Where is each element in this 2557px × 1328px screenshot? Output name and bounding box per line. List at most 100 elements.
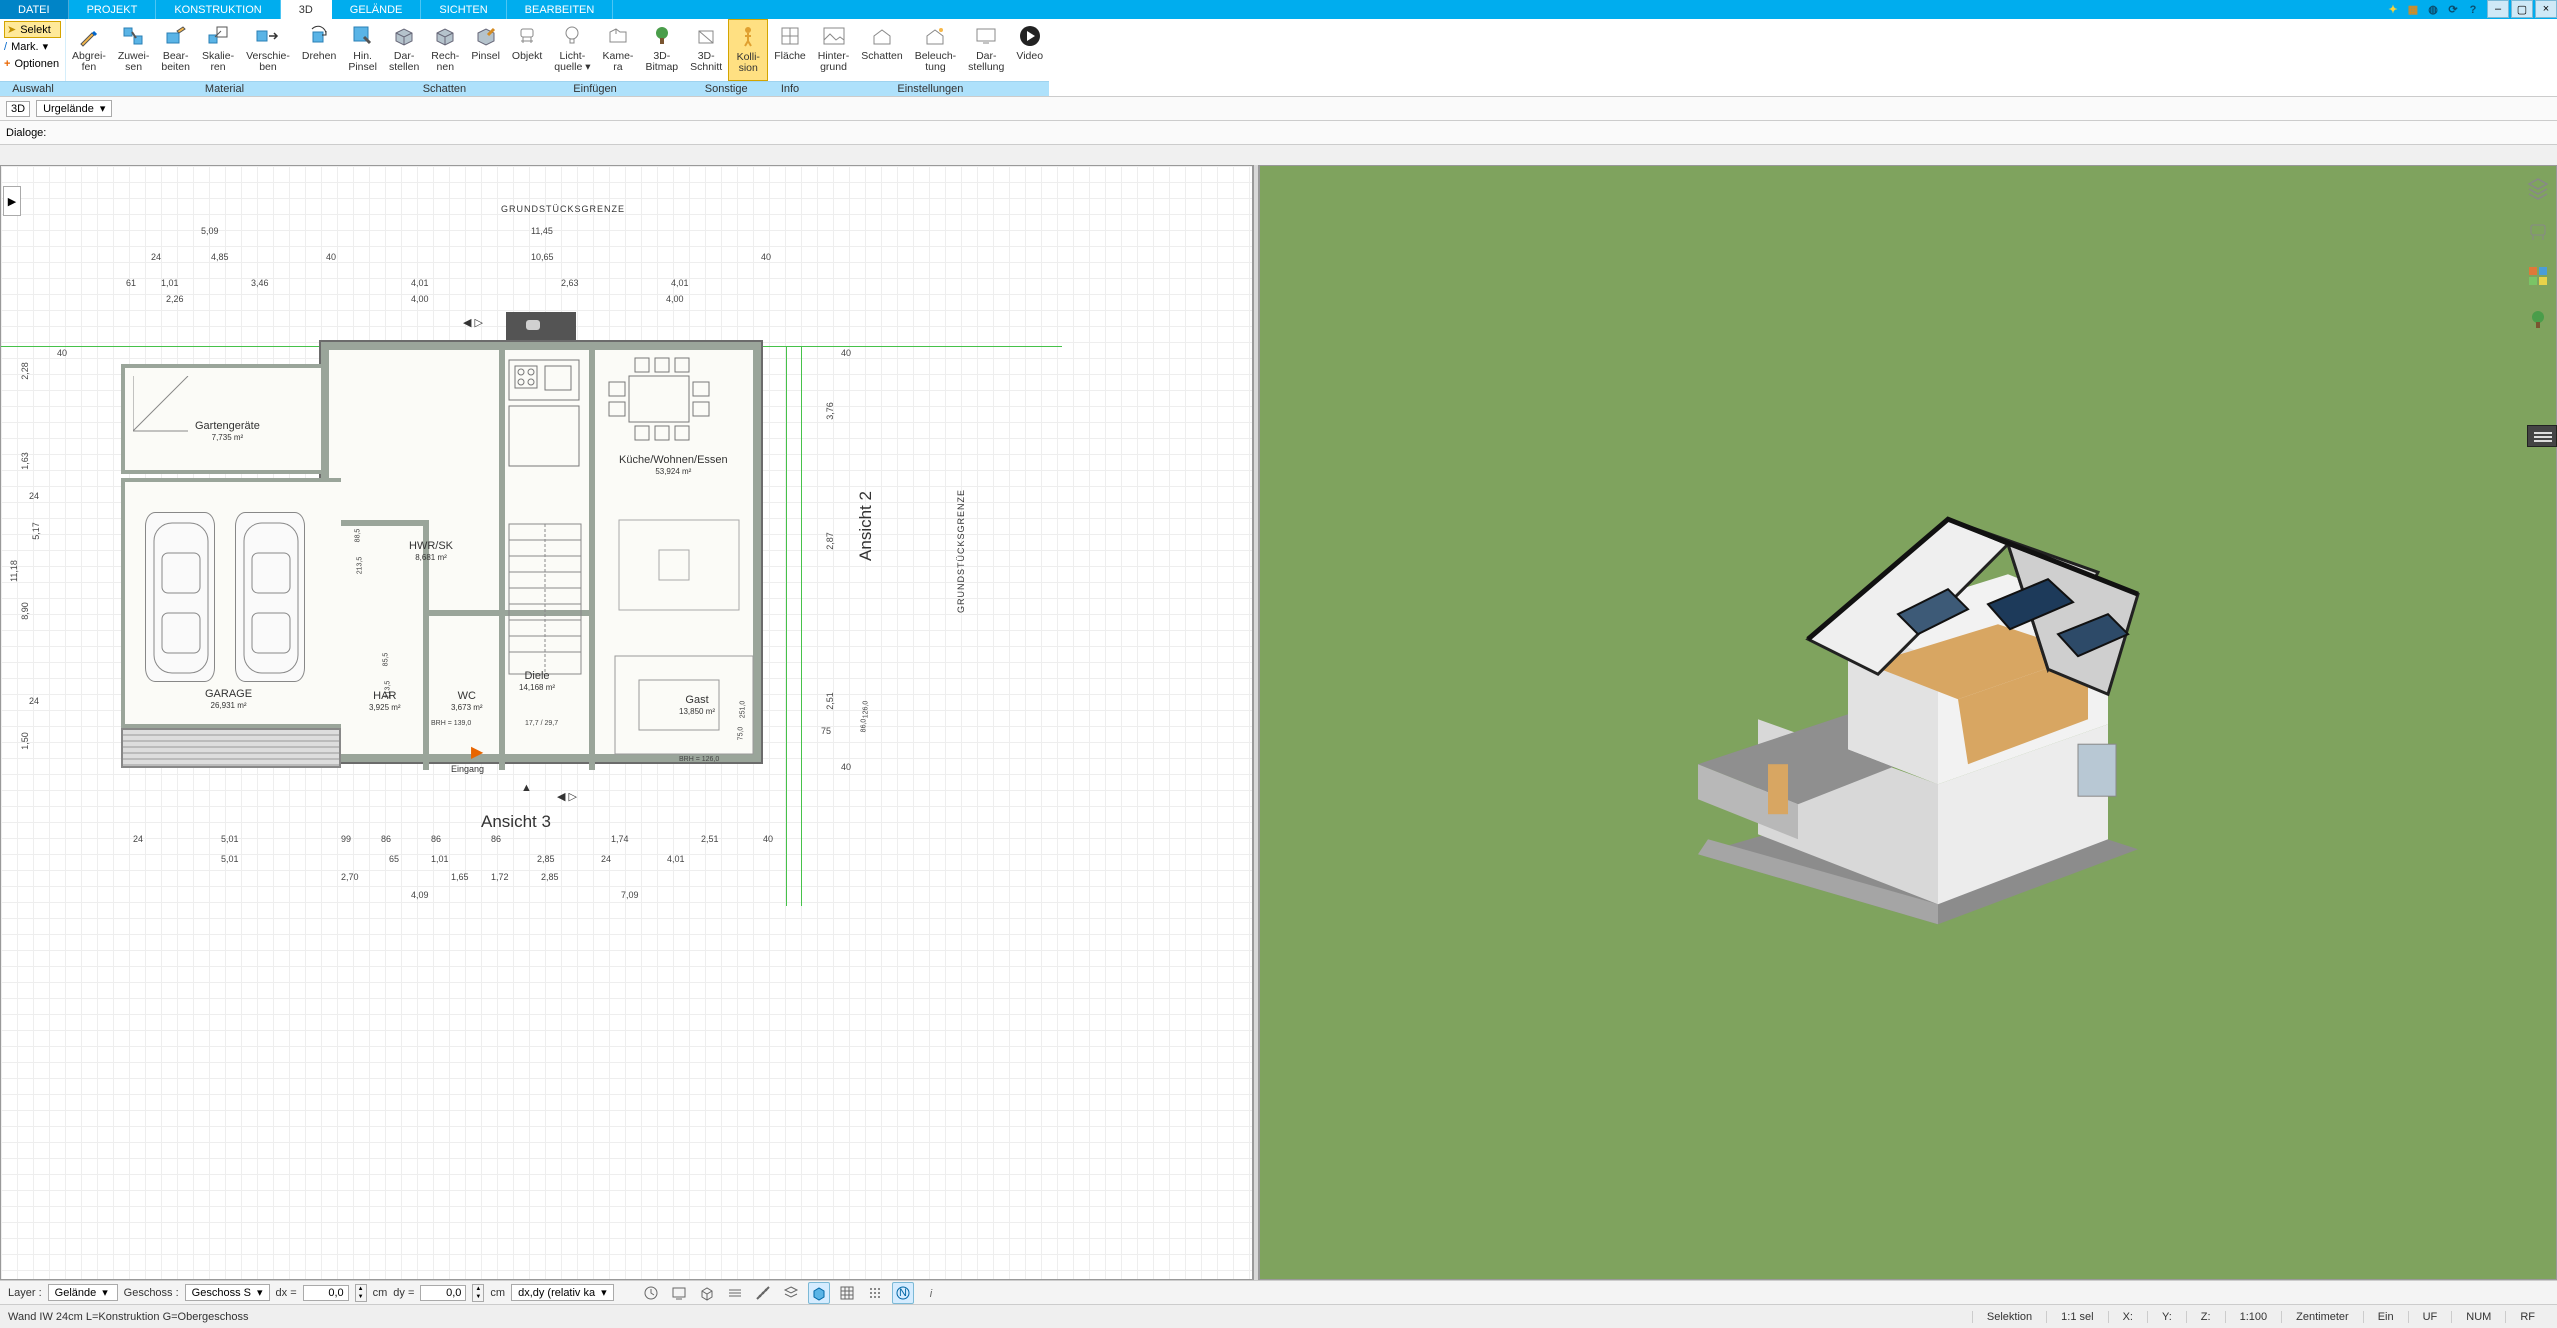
darstellung-label: Dar- stellung — [968, 51, 1004, 73]
layers2-icon[interactable] — [780, 1282, 802, 1304]
pinsel-button[interactable]: Pinsel — [465, 19, 506, 81]
area-icon — [777, 23, 803, 49]
room-wc: WC3,673 m² — [451, 690, 483, 713]
garage-door — [121, 728, 341, 768]
optionen-button[interactable]: + Optionen — [4, 55, 61, 72]
mode-combo[interactable]: dx,dy (relativ ka▾ — [511, 1284, 614, 1301]
sm8: 86,0 — [860, 719, 867, 733]
tool-board-icon[interactable]: ▦ — [2405, 2, 2421, 18]
north-icon[interactable]: N — [892, 1282, 914, 1304]
dim-r4b: 4,00 — [411, 294, 429, 304]
dy-spinner[interactable]: ▲▼ — [472, 1284, 484, 1302]
video-button[interactable]: Video — [1010, 19, 1049, 81]
menu-konstruktion[interactable]: KONSTRUKTION — [156, 0, 280, 19]
mode-value: dx,dy (relativ ka — [518, 1287, 595, 1299]
room-garten: Gartengeräte7,735 m² — [195, 420, 260, 443]
group-info: Fläche Info — [768, 19, 812, 96]
dim-top-3: 4,85 — [211, 252, 229, 262]
materials-icon[interactable] — [2525, 263, 2551, 289]
dy-input[interactable] — [420, 1285, 466, 1301]
darstellung-button[interactable]: Dar- stellung — [962, 19, 1010, 81]
bearbeiten-button[interactable]: Bear- beiten — [155, 19, 196, 81]
minimize-button[interactable]: – — [2487, 0, 2509, 18]
kamera-label: Kame- ra — [603, 51, 634, 73]
flaeche-button[interactable]: Fläche — [768, 19, 812, 81]
ruler-icon[interactable] — [752, 1282, 774, 1304]
dim-l40: 40 — [57, 348, 67, 358]
mark-button[interactable]: / Mark. ▾ — [4, 38, 61, 55]
pane-2d[interactable]: ▶ GRUNDSTÜCKSGRENZE 5,09 11,45 4,85 10,6… — [0, 165, 1253, 1280]
floorplan: Küche/Wohnen/Essen53,924 m² Diele14,168 … — [321, 342, 761, 762]
clock-icon[interactable] — [640, 1282, 662, 1304]
grid-dots-icon[interactable] — [864, 1282, 886, 1304]
sm5: 251,0 — [739, 701, 746, 719]
schatten-e-button[interactable]: Schatten — [855, 19, 908, 81]
sm1: 88,5 — [354, 529, 361, 543]
menu-sichten[interactable]: SICHTEN — [421, 0, 506, 19]
dim-b9: 40 — [763, 834, 773, 844]
hinpinsel-button[interactable]: Hin. Pinsel — [342, 19, 383, 81]
dx-spinner[interactable]: ▲▼ — [355, 1284, 367, 1302]
schnitt3d-button[interactable]: 3D- Schnitt — [684, 19, 728, 81]
screen-icon[interactable] — [668, 1282, 690, 1304]
dim-b18: 1,72 — [491, 872, 509, 882]
tool-refresh-icon[interactable]: ⟳ — [2445, 2, 2461, 18]
hintergrund-button[interactable]: Hinter- grund — [812, 19, 856, 81]
layers-icon[interactable] — [2525, 175, 2551, 201]
right-drawer-tab[interactable] — [2527, 425, 2557, 447]
kollision-label: Kolli- sion — [737, 52, 760, 74]
dim-r4a: 2,26 — [166, 294, 184, 304]
verschieben-label: Verschie- ben — [246, 51, 290, 73]
darstellen-button[interactable]: Dar- stellen — [383, 19, 425, 81]
kollision-button[interactable]: Kolli- sion — [728, 19, 768, 81]
tool-help-icon[interactable]: ? — [2465, 2, 2481, 18]
cube-icon[interactable] — [696, 1282, 718, 1304]
objekt-button[interactable]: Objekt — [506, 19, 548, 81]
info-icon[interactable]: i — [920, 1282, 942, 1304]
kamera-button[interactable]: Kame- ra — [597, 19, 640, 81]
zuweisen-button[interactable]: Zuwei- sen — [112, 19, 156, 81]
skalieren-button[interactable]: Skalie- ren — [196, 19, 240, 81]
layer-combo[interactable]: Gelände▾ — [48, 1284, 118, 1301]
dim-r3a: 61 — [126, 278, 136, 288]
dim-top-4: 10,65 — [531, 252, 554, 262]
geschoss-combo[interactable]: Geschoss S▾ — [185, 1284, 270, 1301]
stack-icon[interactable] — [724, 1282, 746, 1304]
close-button[interactable]: × — [2535, 0, 2557, 18]
grid-toggle-icon[interactable] — [836, 1282, 858, 1304]
shade-icon[interactable] — [808, 1282, 830, 1304]
dim-rr5b: 40 — [841, 762, 851, 772]
dx-input[interactable] — [303, 1285, 349, 1301]
status-y: Y: — [2147, 1311, 2186, 1323]
menu-bearbeiten[interactable]: BEARBEITEN — [507, 0, 614, 19]
move-icon — [255, 23, 281, 49]
layer-label: Layer : — [8, 1287, 42, 1299]
maximize-button[interactable]: ▢ — [2511, 0, 2533, 18]
dim-b4: 86 — [381, 834, 391, 844]
verschieben-button[interactable]: Verschie- ben — [240, 19, 296, 81]
tool-wrench-icon[interactable]: ✦ — [2385, 2, 2401, 18]
svg-text:N: N — [899, 1287, 907, 1299]
menu-3d[interactable]: 3D — [281, 0, 332, 19]
view-arrow-bot2: ◀ ▷ — [557, 790, 577, 803]
tool-globe-icon[interactable]: ◍ — [2425, 2, 2441, 18]
play-icon — [1017, 23, 1043, 49]
rechnen-button[interactable]: Rech- nen — [425, 19, 465, 81]
plan-combo[interactable]: Urgelände▾ — [36, 100, 112, 117]
drehen-button[interactable]: Drehen — [296, 19, 342, 81]
pane-3d[interactable] — [1259, 165, 2557, 1280]
abgreifen-button[interactable]: Abgrei- fen — [66, 19, 112, 81]
menu-gelaende[interactable]: GELÄNDE — [332, 0, 422, 19]
bitmap3d-button[interactable]: 3D- Bitmap — [639, 19, 684, 81]
plant-icon[interactable] — [2525, 307, 2551, 333]
beleuchtung-button[interactable]: Beleuch- tung — [909, 19, 962, 81]
furniture-icon[interactable] — [2525, 219, 2551, 245]
dim-b8: 2,51 — [701, 834, 719, 844]
dim-top-2: 11,45 — [531, 226, 553, 236]
selekt-button[interactable]: ➤ Selekt — [4, 21, 61, 38]
expand-tab-left[interactable]: ▶ — [3, 186, 21, 216]
lichtquelle-button[interactable]: Licht- quelle ▾ — [548, 19, 596, 81]
grenze-label: GRUNDSTÜCKSGRENZE — [501, 204, 625, 214]
menu-projekt[interactable]: PROJEKT — [69, 0, 157, 19]
menu-datei[interactable]: DATEI — [0, 0, 69, 19]
